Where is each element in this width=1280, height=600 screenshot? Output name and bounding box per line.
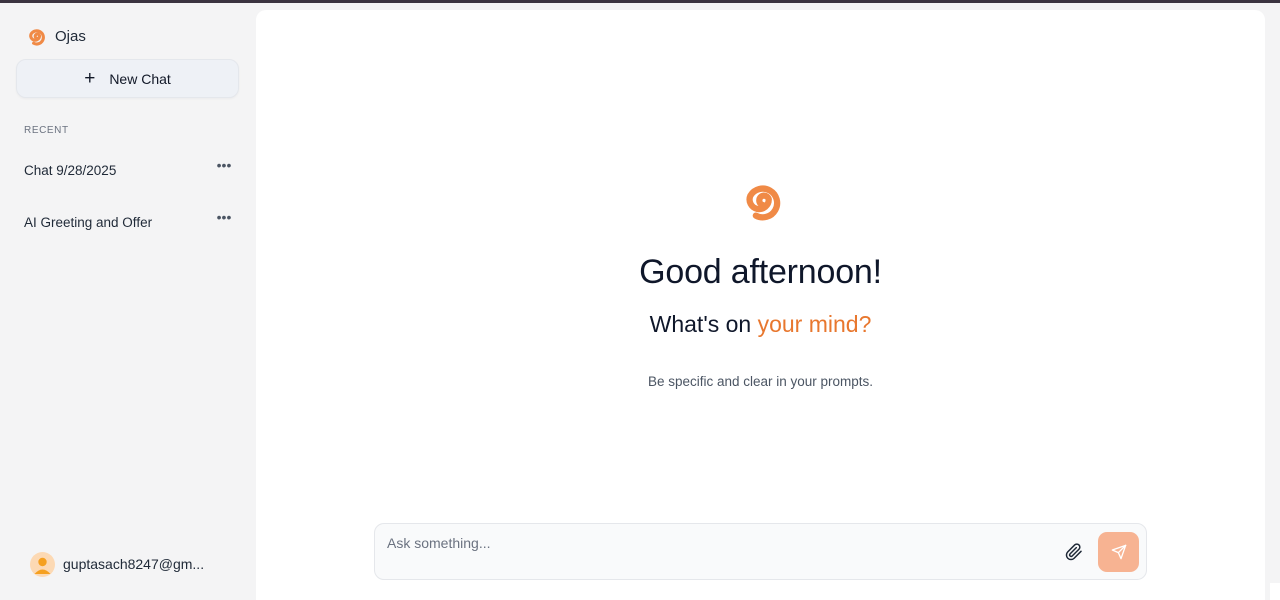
recent-heading: RECENT <box>24 125 69 136</box>
prompt-hint: Be specific and clear in your prompts. <box>647 374 874 389</box>
new-chat-label: New Chat <box>109 70 171 87</box>
ojas-logo-icon <box>29 28 45 46</box>
ojas-logo-icon <box>746 185 781 221</box>
subtitle-accent: your mind? <box>757 311 872 337</box>
more-horizontal-icon[interactable]: ••• <box>214 210 234 232</box>
chat-list-item[interactable]: Chat 9/28/2025 ••• <box>16 150 242 190</box>
plus-icon: + <box>84 68 96 89</box>
paperclip-icon[interactable] <box>1063 541 1085 563</box>
user-email: guptasach8247@gm... <box>63 556 205 572</box>
chat-title: Chat 9/28/2025 <box>24 162 117 178</box>
chat-list-item[interactable]: AI Greeting and Offer ••• <box>16 202 242 242</box>
user-avatar-icon <box>30 551 55 577</box>
sidebar: Ojas + New Chat RECENT Chat 9/28/2025 ••… <box>0 3 256 600</box>
scrollbar-corner <box>1270 583 1280 600</box>
send-button[interactable] <box>1098 532 1139 572</box>
prompt-subtitle: What's on your mind? <box>256 311 1265 338</box>
greeting-heading: Good afternoon! <box>639 253 882 291</box>
message-composer <box>374 523 1147 580</box>
subtitle-prefix: What's on <box>649 311 758 337</box>
chat-title: AI Greeting and Offer <box>24 214 153 230</box>
chat-main-panel: Good afternoon! What's on your mind? Be … <box>256 10 1265 600</box>
app-name: Ojas <box>55 27 86 45</box>
send-icon <box>1111 544 1126 560</box>
user-profile[interactable]: guptasach8247@gm... <box>30 551 204 577</box>
new-chat-button[interactable]: + New Chat <box>16 59 239 98</box>
message-input[interactable] <box>387 533 1047 553</box>
brand[interactable]: Ojas <box>24 24 86 48</box>
more-horizontal-icon[interactable]: ••• <box>214 158 234 180</box>
